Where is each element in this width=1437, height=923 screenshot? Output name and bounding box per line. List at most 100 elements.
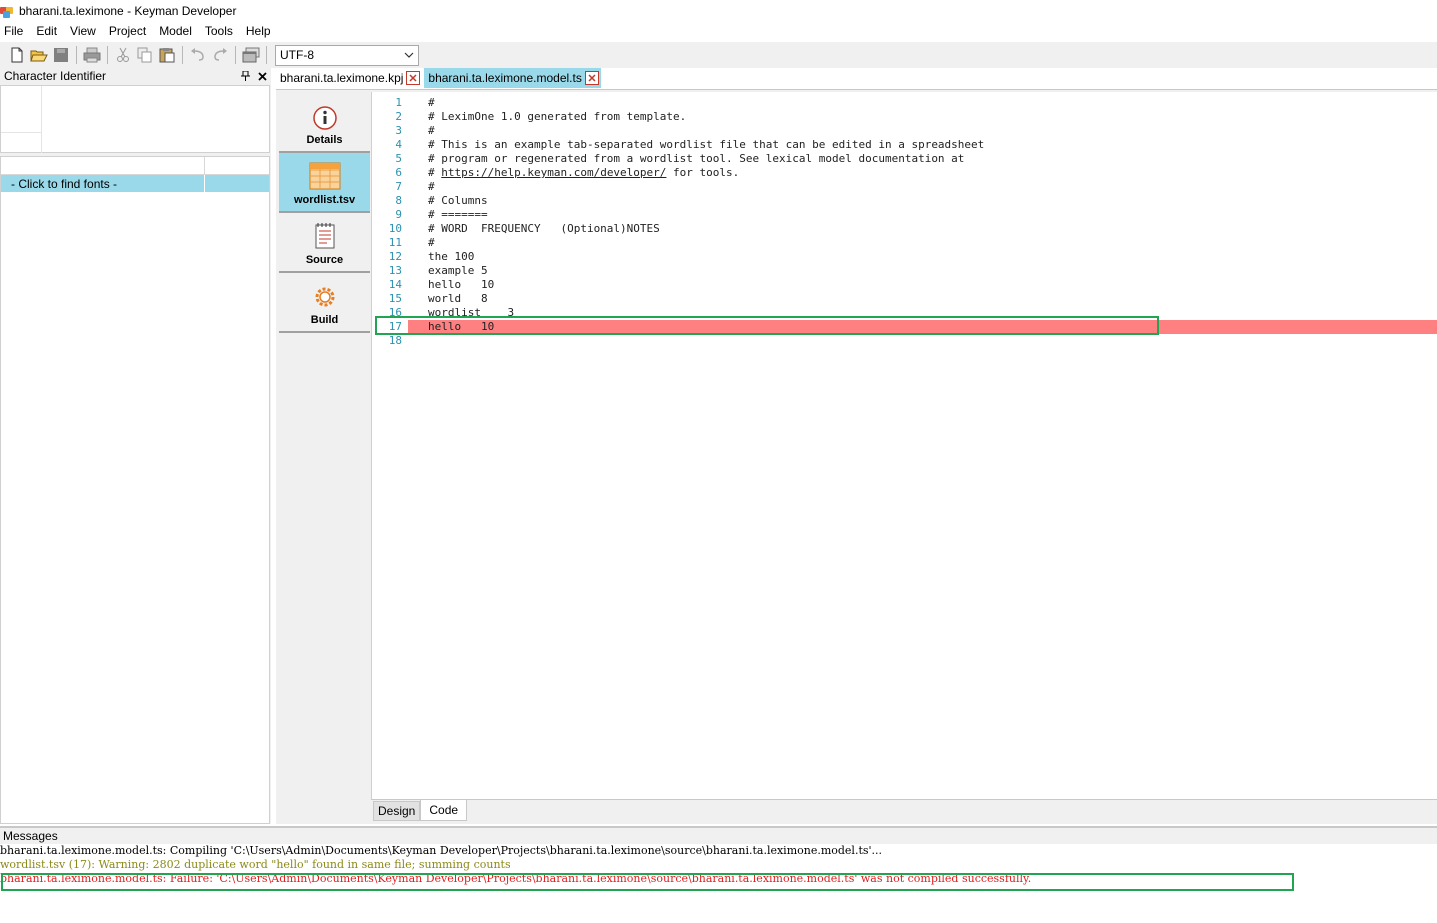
line-text: # <box>428 124 435 138</box>
code-line[interactable]: 5 # program or regenerated from a wordlis… <box>372 152 1437 166</box>
line-number: 10 <box>388 222 402 235</box>
editor-frame: Details wordlist.tsv Source Build 1 #2 # L… <box>276 89 1437 824</box>
message-info[interactable]: bharani.ta.leximone.model.ts: Compiling … <box>0 844 1437 858</box>
line-text-part: # <box>428 180 435 193</box>
code-line[interactable]: 15 world 8 <box>372 292 1437 306</box>
print-icon[interactable] <box>81 44 103 66</box>
code-line[interactable]: 3 # <box>372 124 1437 138</box>
line-text: world 8 <box>428 292 488 306</box>
spreadsheet-icon <box>309 162 340 190</box>
menu-file[interactable]: File <box>0 22 28 41</box>
line-text-part: world 8 <box>428 292 488 305</box>
redo-icon[interactable] <box>209 44 231 66</box>
code-line[interactable]: 14 hello 10 <box>372 278 1437 292</box>
menu-model[interactable]: Model <box>155 22 197 41</box>
gear-icon <box>315 287 334 307</box>
line-text: # https://help.keyman.com/developer/ for… <box>428 166 739 180</box>
nav-label: wordlist.tsv <box>293 194 356 206</box>
nav-build[interactable]: Build <box>279 273 370 333</box>
grid-line <box>1 132 41 133</box>
toolbar-separator <box>107 46 108 64</box>
code-line[interactable]: 18 <box>372 334 1437 348</box>
new-file-icon[interactable] <box>6 44 28 66</box>
code-line[interactable]: 4 # This is an example tab-separated word… <box>372 138 1437 152</box>
model-side-nav: Details wordlist.tsv Source Build <box>279 93 370 820</box>
close-icon[interactable] <box>584 71 599 85</box>
message-warn[interactable]: wordlist.tsv (17): Warning: 2802 duplica… <box>0 858 1437 872</box>
error-line-highlight <box>375 316 1159 335</box>
line-text-part: # <box>428 124 435 137</box>
nav-details[interactable]: Details <box>279 93 370 153</box>
line-text: # program or regenerated from a wordlist… <box>428 152 964 166</box>
nav-wordlist[interactable]: wordlist.tsv <box>279 153 370 213</box>
menu-tools[interactable]: Tools <box>201 22 238 41</box>
code-line[interactable]: 11 # <box>372 236 1437 250</box>
window-icon[interactable] <box>240 44 262 66</box>
document-tabs: bharani.ta.leximone.kpj bharani.ta.lexim… <box>276 68 603 88</box>
code-line[interactable]: 9 # ======= <box>372 208 1437 222</box>
documentation-link[interactable]: https://help.keyman.com/developer/ <box>441 166 666 179</box>
line-text: # Columns <box>428 194 488 208</box>
chevron-down-icon <box>404 52 414 58</box>
encoding-value: UTF-8 <box>280 48 314 62</box>
encoding-dropdown[interactable]: UTF-8 <box>275 44 419 66</box>
title-bar: bharani.ta.leximone - Keyman Developer <box>0 0 1437 22</box>
code-line[interactable]: 8 # Columns <box>372 194 1437 208</box>
line-text-part: # <box>428 236 435 249</box>
code-line[interactable]: 7 # <box>372 180 1437 194</box>
tab-design[interactable]: Design <box>373 800 421 821</box>
code-editor[interactable]: 1 #2 # LeximOne 1.0 generated from templat… <box>371 92 1437 799</box>
copy-icon[interactable] <box>134 44 156 66</box>
code-line[interactable]: 12 the 100 <box>372 250 1437 264</box>
line-number: 6 <box>395 166 402 179</box>
tab-kpj[interactable]: bharani.ta.leximone.kpj <box>276 68 423 88</box>
nav-label: Build <box>310 314 339 326</box>
font-list[interactable]: - Click to find fonts - <box>0 156 270 824</box>
line-text-part: # <box>428 96 435 109</box>
line-number: 11 <box>388 236 402 249</box>
line-number: 8 <box>395 194 402 207</box>
code-line[interactable]: 10 # WORD FREQUENCY (Optional)NOTES <box>372 222 1437 236</box>
line-number: 1 <box>395 96 402 109</box>
save-icon[interactable] <box>50 44 72 66</box>
line-text: example 5 <box>428 264 488 278</box>
line-text: # WORD FREQUENCY (Optional)NOTES <box>428 222 660 236</box>
code-line[interactable]: 6 # https://help.keyman.com/developer/ fo… <box>372 166 1437 180</box>
menu-view[interactable]: View <box>66 22 101 41</box>
line-text-part: for tools. <box>666 166 740 179</box>
line-text-part: the 100 <box>428 250 475 263</box>
open-folder-icon[interactable] <box>28 44 50 66</box>
undo-icon[interactable] <box>187 44 209 66</box>
code-line[interactable]: 13 example 5 <box>372 264 1437 278</box>
line-number: 13 <box>388 264 402 277</box>
close-icon[interactable] <box>258 71 267 81</box>
panel-header: Character Identifier <box>0 68 271 84</box>
view-tabs: Design Code <box>371 799 1437 821</box>
nav-source[interactable]: Source <box>279 213 370 273</box>
line-text: hello 10 <box>428 278 494 292</box>
paste-icon[interactable] <box>156 44 178 66</box>
menu-project[interactable]: Project <box>105 22 151 41</box>
toolbar-separator <box>182 46 183 64</box>
menu-help[interactable]: Help <box>242 22 276 41</box>
tab-label: bharani.ta.leximone.model.ts <box>428 71 582 85</box>
character-identifier-panel: Character Identifier - Click to find fon… <box>0 68 271 824</box>
toolbar-separator <box>76 46 77 64</box>
tab-model-ts[interactable]: bharani.ta.leximone.model.ts <box>424 68 601 88</box>
toolbar-separator <box>266 46 267 64</box>
code-line[interactable]: 2 # LeximOne 1.0 generated from template. <box>372 110 1437 124</box>
pin-icon[interactable] <box>241 71 250 81</box>
tab-code[interactable]: Code <box>420 800 468 821</box>
tab-label: bharani.ta.leximone.kpj <box>280 71 404 85</box>
panel-title: Character Identifier <box>4 69 107 83</box>
menu-edit[interactable]: Edit <box>32 22 62 41</box>
character-preview[interactable] <box>0 85 270 153</box>
line-text-part: example 5 <box>428 264 488 277</box>
font-list-item[interactable]: - Click to find fonts - <box>1 175 269 192</box>
close-icon[interactable] <box>406 71 421 85</box>
cut-icon[interactable] <box>112 44 134 66</box>
line-text-part: # ======= <box>428 208 488 221</box>
code-line[interactable]: 1 # <box>372 96 1437 110</box>
line-number: 18 <box>388 334 402 347</box>
line-number: 2 <box>395 110 402 123</box>
